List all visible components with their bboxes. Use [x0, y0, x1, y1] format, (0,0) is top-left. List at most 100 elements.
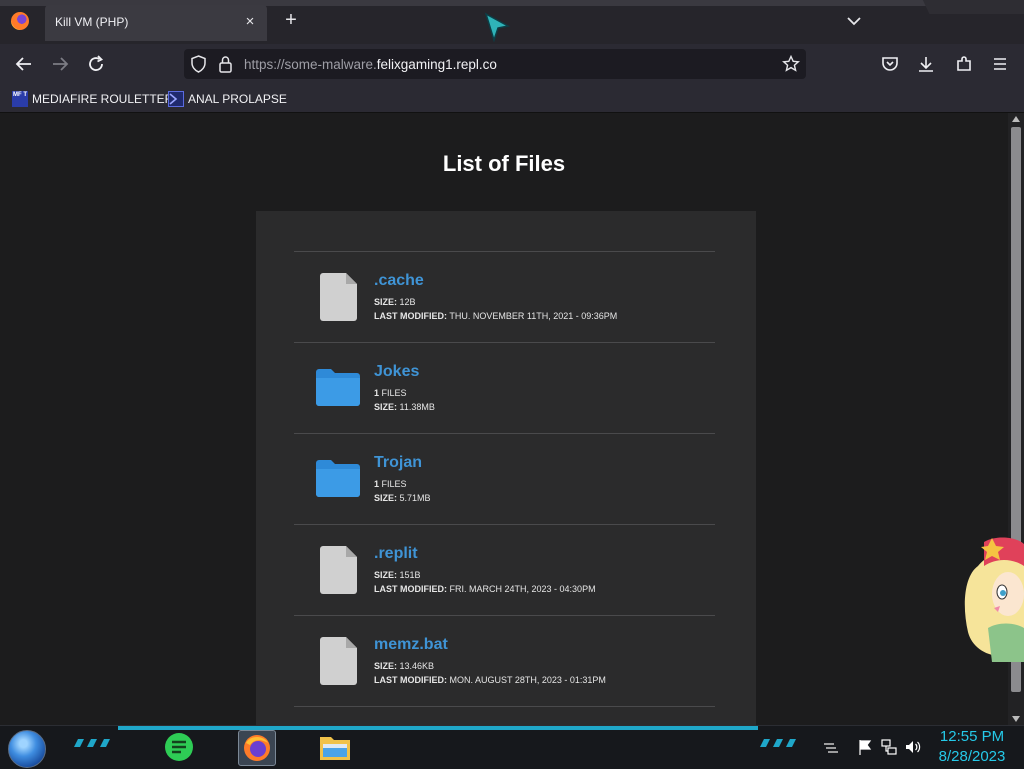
bookmark-label: ANAL PROLAPSE [188, 92, 287, 106]
folder-row-jokes[interactable]: Jokes 1 FILES SIZE: 11.38MB [294, 342, 715, 433]
meta-label: 1 [374, 479, 380, 489]
shield-tracking-protection-icon[interactable] [190, 55, 207, 73]
page-title: List of Files [442, 151, 566, 176]
downloads-button[interactable] [914, 52, 938, 76]
mediafire-favicon-icon: MF T [12, 91, 28, 107]
scroll-up-arrow-icon[interactable] [1012, 116, 1020, 122]
url-prefix: https://some-malware. [244, 57, 377, 72]
back-button[interactable] [12, 52, 36, 76]
taskbar-notes-app[interactable] [161, 730, 197, 764]
file-last-modified: LAST MODIFIED: FRI. MARCH 24TH, 2023 - 0… [374, 584, 596, 594]
volume-speaker-icon[interactable] [904, 738, 922, 756]
file-name-link[interactable]: .replit [374, 545, 418, 563]
file-name-link[interactable]: memz.bat [374, 636, 448, 654]
action-center-flag-icon[interactable] [856, 738, 874, 756]
document-file-icon [320, 546, 357, 594]
url-host: felixgaming1.repl.co [376, 57, 497, 72]
clock-time: 12:55 PM [939, 728, 1005, 745]
meta-label: LAST MODIFIED: [374, 584, 447, 594]
os-taskbar: 12:55 PM 8/28/2023 [0, 725, 1024, 769]
bookmark-star-icon[interactable] [782, 55, 800, 73]
mouse-cursor-icon [484, 12, 511, 43]
puzzle-extensions-icon [957, 56, 971, 71]
document-file-icon [320, 637, 357, 685]
pocket-button[interactable] [878, 52, 902, 76]
taskbar-accent-bar [118, 726, 758, 730]
meta-value: 151B [399, 570, 421, 580]
scroll-down-arrow-icon[interactable] [1012, 716, 1020, 722]
taskbar-firefox[interactable] [238, 730, 276, 766]
meta-label: SIZE: [374, 661, 398, 671]
pocket-icon [882, 57, 898, 71]
tab-list-chevron-icon[interactable] [843, 10, 865, 32]
folder-file-count: 1 FILES [374, 479, 407, 489]
extensions-button[interactable] [952, 52, 976, 76]
clock-date: 8/28/2023 [938, 748, 1006, 765]
forward-arrow-icon [53, 57, 69, 71]
tab-title: Kill VM (PHP) [55, 15, 129, 29]
file-name-link[interactable]: .cache [374, 272, 424, 290]
download-icon [919, 57, 933, 72]
hamburger-menu-icon [994, 58, 1006, 70]
file-explorer-folder-icon [320, 737, 350, 760]
meta-label: 1 [374, 388, 380, 398]
meta-value: 12B [399, 297, 416, 307]
meta-value: 5.71MB [399, 493, 431, 503]
folder-size: SIZE: 11.38MB [374, 402, 435, 412]
file-row-replit[interactable]: .replit SIZE: 151B LAST MODIFIED: FRI. M… [294, 524, 715, 615]
meta-label: SIZE: [374, 493, 398, 503]
reload-button[interactable] [84, 52, 108, 76]
show-hidden-icons-icon[interactable] [822, 738, 840, 756]
meta-value: FILES [381, 388, 407, 398]
file-size: SIZE: 12B [374, 297, 416, 307]
window-skin-decoration [922, 0, 1024, 14]
file-list: .cache SIZE: 12B LAST MODIFIED: THU. NOV… [294, 251, 715, 707]
start-orb-button[interactable] [8, 730, 46, 768]
file-last-modified: LAST MODIFIED: MON. AUGUST 28TH, 2023 - … [374, 675, 606, 685]
meta-label: SIZE: [374, 402, 398, 412]
file-last-modified: LAST MODIFIED: THU. NOVEMBER 11TH, 2021 … [374, 311, 617, 321]
bookmarks-toolbar: MF T MEDIAFIRE ROULETTER ANAL PROLAPSE [0, 84, 1024, 113]
file-size: SIZE: 151B [374, 570, 421, 580]
meta-label: LAST MODIFIED: [374, 311, 447, 321]
forward-button[interactable] [48, 52, 72, 76]
bookmark-mediafire-rouletter[interactable]: MF T MEDIAFIRE ROULETTER [12, 90, 173, 108]
green-notes-app-icon [165, 733, 193, 761]
favicon-text: MF T [13, 92, 27, 98]
meta-value: FRI. MARCH 24TH, 2023 - 04:30PM [449, 584, 596, 594]
folder-file-count: 1 FILES [374, 388, 407, 398]
folder-row-trojan[interactable]: Trojan 1 FILES SIZE: 5.71MB [294, 433, 715, 524]
file-size: SIZE: 13.46KB [374, 661, 434, 671]
new-tab-button[interactable]: + [280, 9, 302, 31]
firefox-icon[interactable] [11, 12, 29, 30]
lock-icon[interactable] [218, 55, 233, 73]
app-menu-button[interactable] [988, 52, 1012, 76]
folder-name-link[interactable]: Trojan [374, 454, 422, 472]
meta-value: 11.38MB [399, 402, 435, 412]
network-icon[interactable] [880, 738, 898, 756]
meta-label: LAST MODIFIED: [374, 675, 447, 685]
back-arrow-icon [15, 57, 31, 71]
tab-close-icon[interactable]: × [239, 11, 261, 33]
bookmark-label: MEDIAFIRE ROULETTER [32, 92, 174, 106]
taskbar-deco-chevrons-icon [760, 739, 796, 747]
prolapse-favicon-icon [168, 91, 184, 107]
system-clock[interactable]: 12:55 PM 8/28/2023 [928, 727, 1016, 767]
address-bar[interactable]: https://some-malware.felixgaming1.repl.c… [184, 49, 806, 79]
bookmark-anal-prolapse[interactable]: ANAL PROLAPSE [168, 90, 287, 108]
page-viewport: List of Files .cache SIZE: 12B LAST MODI… [0, 113, 1008, 725]
meta-value: MON. AUGUST 28TH, 2023 - 01:31PM [449, 675, 606, 685]
meta-value: FILES [381, 479, 407, 489]
meta-label: SIZE: [374, 297, 398, 307]
browser-tab-active[interactable]: Kill VM (PHP) × [45, 5, 267, 41]
file-row-memz-bat[interactable]: memz.bat SIZE: 13.46KB LAST MODIFIED: MO… [294, 615, 715, 707]
file-list-panel: .cache SIZE: 12B LAST MODIFIED: THU. NOV… [256, 211, 756, 725]
url-text[interactable]: https://some-malware.felixgaming1.repl.c… [244, 57, 497, 72]
browser-tab-bar: Kill VM (PHP) × + [0, 0, 1024, 44]
desktop-mascot-character[interactable] [958, 536, 1024, 662]
folder-icon [316, 369, 360, 406]
reload-icon [89, 55, 104, 71]
file-row-cache[interactable]: .cache SIZE: 12B LAST MODIFIED: THU. NOV… [294, 251, 715, 342]
taskbar-file-explorer[interactable] [317, 730, 353, 764]
folder-name-link[interactable]: Jokes [374, 363, 419, 381]
